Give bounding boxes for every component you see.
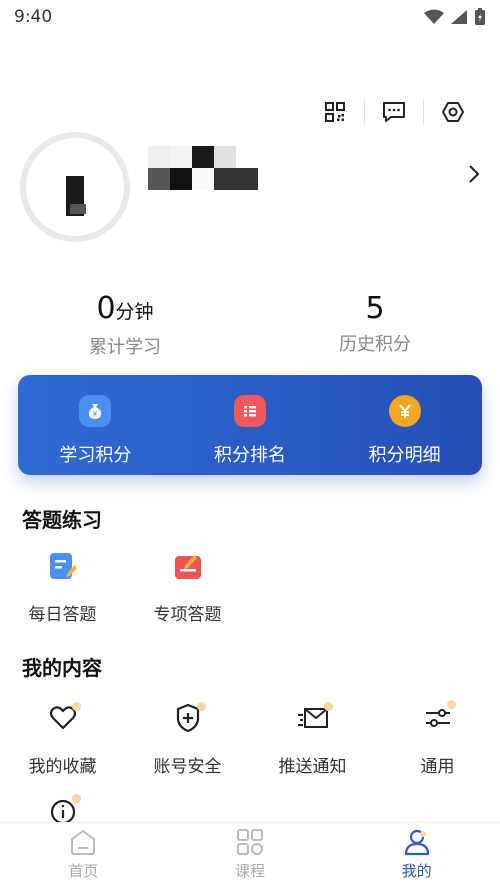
status-icons [424,8,486,26]
yuan-coin-icon [388,395,421,427]
notification-dot [71,702,81,711]
avatar[interactable] [20,132,130,242]
points-detail-button[interactable]: 积分明细 [327,375,482,475]
envelope-icon [295,700,333,736]
chevron-right-icon [469,165,480,183]
favorites-button[interactable]: 我的收藏 [0,700,125,777]
points-ranking-label: 积分排名 [214,445,286,466]
study-time-value: 0 [96,291,116,326]
my-content-section-title: 我的内容 [22,656,102,680]
daily-quiz-label: 每日答题 [28,605,97,625]
account-security-label: 账号安全 [153,757,222,777]
notification-dot [446,700,456,709]
tab-courses-label: 课程 [235,862,266,880]
special-quiz-label: 专项答题 [153,605,222,625]
profile-icon [404,829,429,856]
bottom-tab-bar: 首页 课程 我的 [0,822,500,888]
shield-plus-icon [170,700,206,736]
history-points-label: 历史积分 [339,334,411,355]
daily-quiz-button[interactable]: 每日答题 [0,548,125,625]
practice-grid: 每日答题 专项答题 [0,548,250,625]
practice-section-title: 答题练习 [22,508,102,532]
history-points-stat: 5 历史积分 [250,290,500,359]
sliders-icon [420,700,456,736]
heart-icon [45,700,81,736]
study-time-stat: 0分钟 累计学习 [0,290,250,359]
message-icon [383,102,405,122]
points-ranking-button[interactable]: 积分排名 [173,375,328,475]
user-name-redacted [148,146,258,192]
ranking-list-icon [234,395,266,427]
push-notifications-label: 推送通知 [278,757,347,777]
push-notifications-button[interactable]: 推送通知 [250,700,375,777]
tab-profile[interactable]: 我的 [333,823,500,888]
general-settings-label: 通用 [420,757,455,777]
notification-dot [196,702,206,711]
points-card: ¥ 学习积分 积分排名 积分明细 [18,375,482,475]
tab-courses[interactable]: 课程 [167,823,334,888]
settings-button[interactable] [424,96,482,128]
svg-text:¥: ¥ [93,410,98,418]
study-time-unit: 分钟 [115,301,154,323]
qr-code-button[interactable] [306,96,364,128]
courses-icon [237,829,263,855]
favorites-label: 我的收藏 [28,757,97,777]
special-quiz-button[interactable]: 专项答题 [125,548,250,625]
daily-quiz-icon [45,548,81,584]
study-points-button[interactable]: ¥ 学习积分 [18,375,173,475]
tab-home-label: 首页 [68,862,99,880]
my-content-grid: 我的收藏 账号安全 推送通知 通用 [0,700,500,777]
notification-dot [323,702,333,711]
status-bar: 9:40 [0,0,500,34]
general-settings-button[interactable]: 通用 [375,700,500,777]
avatar-image-detail [70,204,86,214]
money-bag-icon: ¥ [79,395,112,427]
history-points-value: 5 [365,291,385,326]
wifi-icon [424,9,444,24]
battery-icon [475,8,485,25]
profile-header[interactable] [20,132,490,247]
home-icon [71,830,96,855]
tab-home[interactable]: 首页 [0,823,167,888]
tab-profile-label: 我的 [401,862,432,880]
study-time-label: 累计学习 [89,337,161,358]
points-detail-label: 积分明细 [368,445,441,466]
qr-code-icon [325,102,345,122]
messages-button[interactable] [365,96,423,128]
settings-icon [442,102,464,122]
special-quiz-icon [170,548,206,584]
study-points-label: 学习积分 [59,445,132,466]
account-security-button[interactable]: 账号安全 [125,700,250,777]
stats-row: 0分钟 累计学习 5 历史积分 [0,290,500,359]
signal-icon [451,10,467,24]
notification-dot [71,794,81,803]
status-time: 9:40 [14,7,53,27]
top-actions [306,96,482,128]
